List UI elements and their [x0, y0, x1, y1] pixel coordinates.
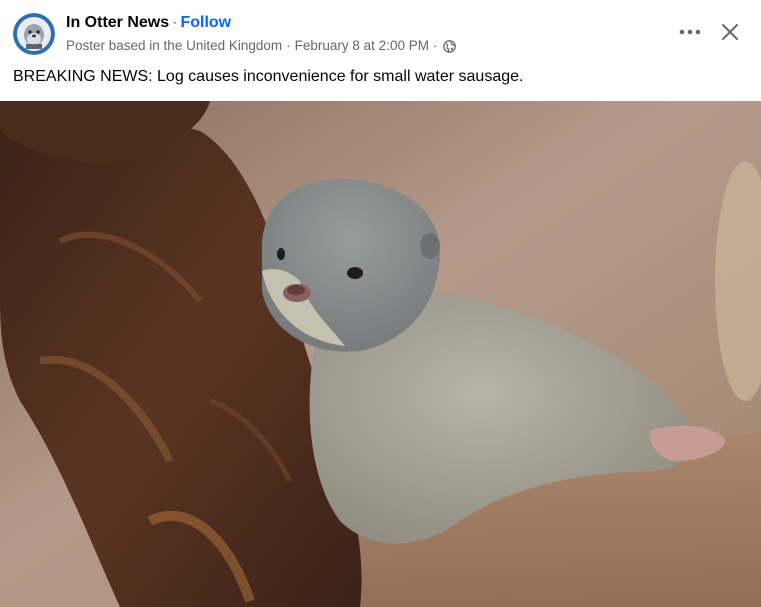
- follow-button[interactable]: Follow: [180, 14, 231, 31]
- more-options-button[interactable]: [672, 17, 708, 47]
- name-separator: ·: [172, 14, 178, 31]
- post-photo[interactable]: [0, 101, 761, 607]
- otter-logo-icon: [13, 13, 55, 55]
- post-timestamp[interactable]: February 8 at 2:00 PM: [295, 37, 429, 55]
- page-avatar[interactable]: [13, 13, 55, 55]
- globe-icon[interactable]: [443, 39, 457, 53]
- otter-pup-photo: [0, 101, 761, 607]
- post-header: In Otter News · Follow Poster based in the…: [0, 0, 761, 66]
- close-icon: [722, 24, 738, 40]
- meta-separator: ·: [286, 38, 291, 53]
- post-meta-row: Poster based in the United Kingdom · Feb…: [66, 37, 457, 55]
- post-caption: BREAKING NEWS: Log causes inconvenience …: [13, 68, 524, 85]
- page-name-link[interactable]: In Otter News: [66, 14, 169, 31]
- location-text: Poster based in the United Kingdom: [66, 38, 283, 53]
- post-author-row: In Otter News · Follow: [66, 13, 231, 33]
- facebook-post: In Otter News · Follow Poster based in the…: [0, 0, 761, 607]
- meta-separator: ·: [432, 38, 438, 53]
- more-options-icon: [679, 29, 701, 35]
- close-button[interactable]: [712, 15, 748, 49]
